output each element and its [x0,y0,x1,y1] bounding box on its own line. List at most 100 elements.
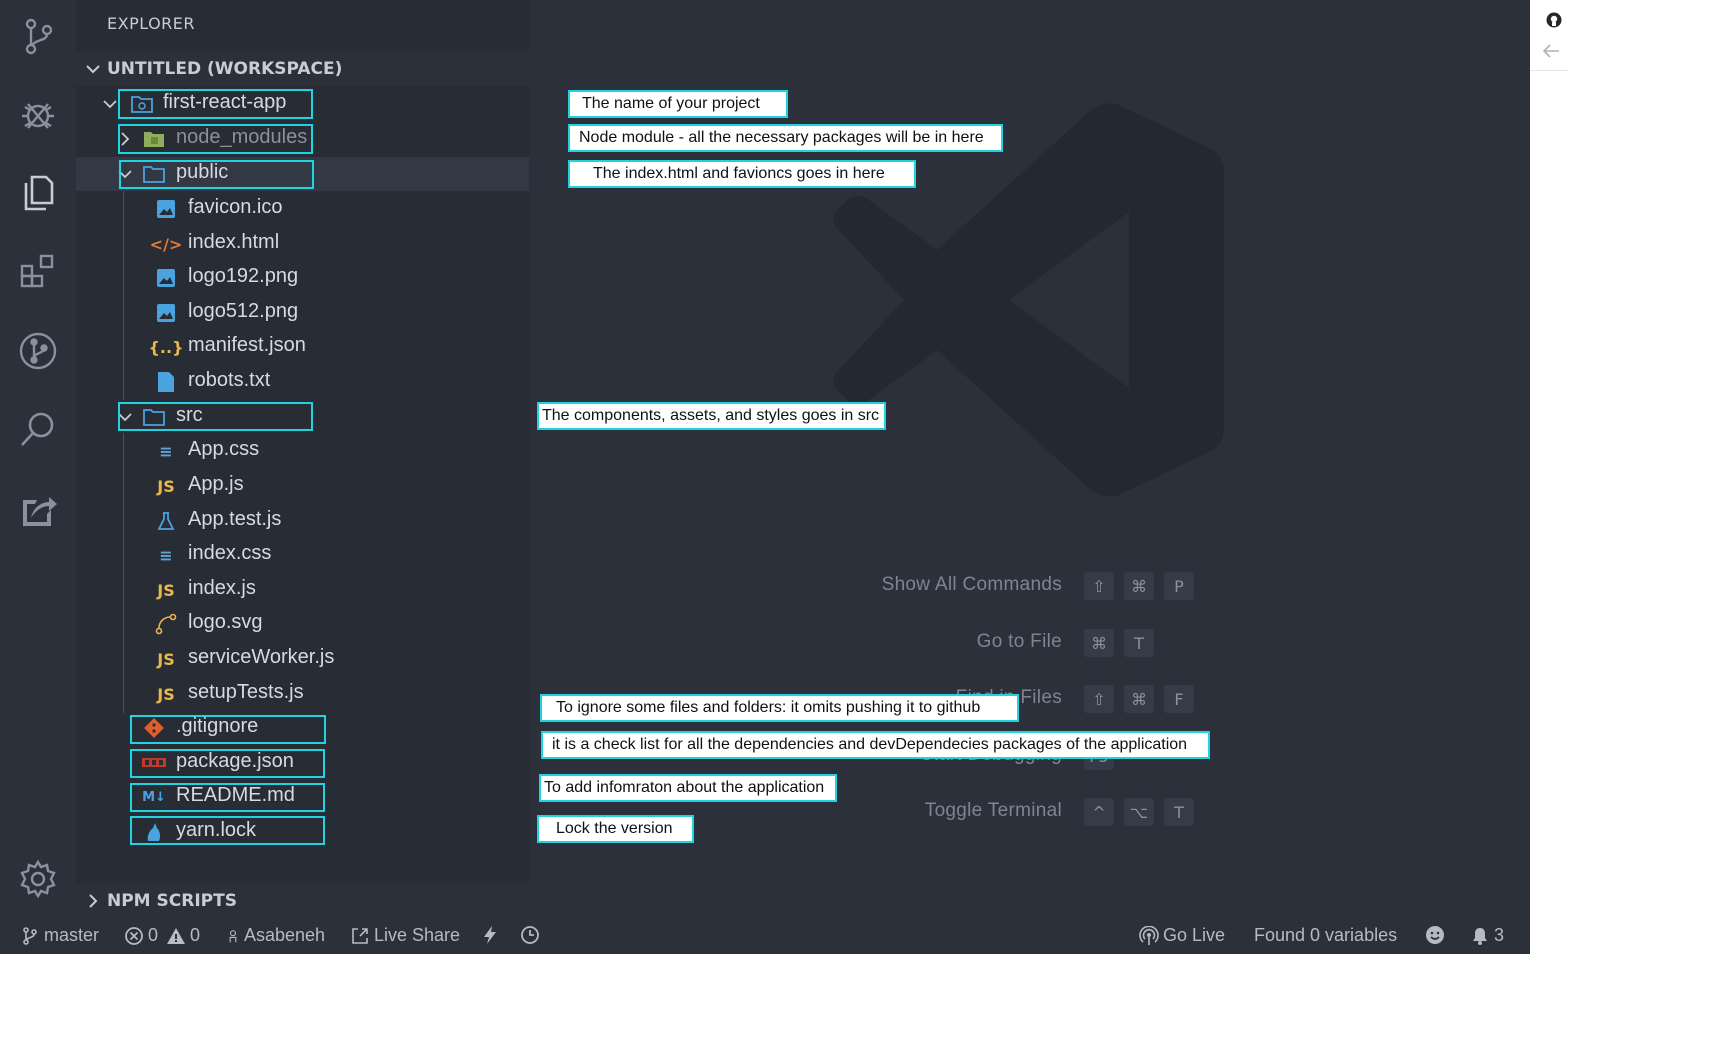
notifications-item[interactable]: 3 [1470,925,1504,946]
command-label: Show All Commands [881,574,1062,595]
tree-item-file[interactable]: logo512.png [76,296,529,330]
account-item[interactable]: Asabeneh [226,925,325,946]
branch-name: master [44,925,100,945]
highlight-box [118,402,313,431]
github-icon[interactable] [1546,12,1562,28]
settings-gear-icon[interactable] [14,855,62,903]
tree-item-file[interactable]: </> index.html [76,227,529,261]
explorer-files-icon[interactable] [14,168,62,216]
tree-item-label: manifest.json [188,334,306,356]
tree-item-label: logo.svg [188,611,263,633]
tree-item-label: App.js [188,473,244,495]
problems-item[interactable]: 0 0 [124,925,200,946]
editor-welcome-area: Show All Commands ⇧ ⌘ P Go to File ⌘ T F… [529,0,1530,918]
keybinding-key: ⌥ [1124,798,1154,826]
search-icon[interactable] [14,405,62,453]
js-file-icon: JS [157,580,175,600]
explorer-sidebar: EXPLORER UNTITLED (WORKSPACE) first-reac… [76,0,529,911]
annotation-note: The index.html and favioncs goes in here [568,160,916,188]
text-file-icon [154,371,178,393]
image-file-icon [154,198,178,220]
git-branch-item[interactable]: master [20,925,99,946]
highlight-box [119,160,314,189]
lightning-item[interactable] [480,925,504,945]
workspace-section-header[interactable]: UNTITLED (WORKSPACE) [76,52,529,86]
highlight-box [118,89,313,119]
remote-explorer-icon[interactable] [14,485,62,533]
warning-icon [167,927,186,944]
smiley-icon [1426,926,1444,944]
source-control-icon[interactable] [14,12,62,60]
bell-icon [1473,927,1487,945]
html-file-icon: </> [149,234,183,254]
keybinding-key: F [1164,685,1194,713]
svg-file-icon [154,613,178,635]
back-arrow-icon[interactable] [1542,44,1560,58]
tree-item-label: favicon.ico [188,196,283,218]
image-file-icon [154,267,178,289]
broadcast-icon [1139,925,1159,945]
tree-item-file[interactable]: ≡ index.css [76,538,529,572]
chevron-down-icon [86,65,100,74]
live-share-item[interactable]: Live Share [350,925,460,946]
highlight-box [130,816,325,845]
npm-scripts-title: NPM SCRIPTS [107,891,237,911]
right-panel-toolbar [1530,0,1568,71]
css-file-icon: ≡ [159,441,173,461]
highlight-box [130,783,325,812]
command-label: Toggle Terminal [924,800,1062,821]
test-flask-icon [154,510,178,532]
variables-item[interactable]: Found 0 variables [1254,925,1397,946]
chevron-down-icon [103,100,117,109]
lightning-icon [484,926,496,944]
error-count: 0 [148,925,159,945]
feedback-item[interactable] [1425,925,1449,945]
variables-label: Found 0 variables [1254,925,1398,945]
tree-item-file[interactable]: {..} manifest.json [76,330,529,364]
tree-item-file[interactable]: ≡ App.css [76,434,529,468]
tree-item-label: index.html [188,231,280,253]
warning-count: 0 [190,925,201,945]
keybinding-key: T [1124,629,1154,657]
tree-item-label: logo512.png [188,300,299,322]
annotation-note: The components, assets, and styles goes … [537,402,886,430]
js-file-icon: JS [157,684,175,704]
annotation-note: Node module - all the necessary packages… [568,124,1003,152]
git-graph-icon[interactable] [14,327,62,375]
activity-bar [0,0,76,918]
workspace-title: UNTITLED (WORKSPACE) [107,59,343,79]
chevron-right-icon [89,894,98,908]
css-file-icon: ≡ [159,545,173,565]
explorer-title: EXPLORER [107,14,195,33]
go-live-item[interactable]: Go Live [1139,925,1225,946]
tree-item-file[interactable]: logo192.png [76,261,529,295]
keybinding-key: T [1164,798,1194,826]
keybinding-key: ⇧ [1084,685,1114,713]
js-file-icon: JS [157,649,175,669]
go-live-label: Go Live [1163,925,1226,945]
notification-count: 3 [1494,925,1505,945]
annotation-note: Lock the version [537,815,694,843]
tree-item-file[interactable]: JS serviceWorker.js [76,642,529,676]
keybinding-key: P [1164,572,1194,600]
command-label: Go to File [976,631,1062,652]
debug-icon[interactable] [14,90,62,138]
extensions-icon[interactable] [14,248,62,296]
tree-item-label: index.js [188,577,256,599]
tree-item-file[interactable]: robots.txt [76,365,529,399]
tree-item-file[interactable]: JS setupTests.js [76,677,529,711]
tree-item-file[interactable]: App.test.js [76,504,529,538]
annotation-note: The name of your project [568,90,788,118]
npm-scripts-section-header[interactable]: NPM SCRIPTS [76,884,529,918]
tree-item-file[interactable]: JS index.js [76,573,529,607]
tree-item-label: robots.txt [188,369,271,391]
status-bar: master 0 0 Asabeneh Live Share Go Live F… [0,918,1530,954]
tree-item-file[interactable]: favicon.ico [76,192,529,226]
history-item[interactable] [520,925,544,945]
annotation-note: To ignore some files and folders: it omi… [540,694,1019,722]
right-panel [1530,0,1721,954]
error-icon [125,926,143,945]
tree-item-file[interactable]: JS App.js [76,469,529,503]
tree-item-file[interactable]: logo.svg [76,607,529,641]
live-share-icon [352,927,368,944]
